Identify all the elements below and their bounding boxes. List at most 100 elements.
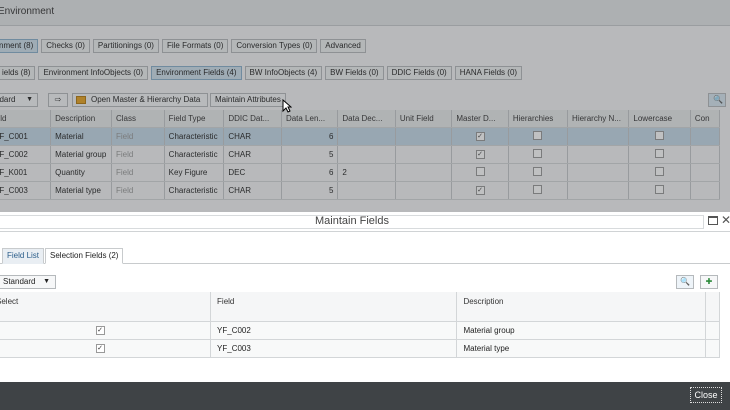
dialog-title: Maintain Fields bbox=[315, 215, 389, 227]
close-button[interactable]: Close bbox=[690, 387, 722, 403]
tab-environment[interactable]: nment (8) bbox=[0, 39, 39, 53]
hierarchies-checkbox[interactable] bbox=[533, 130, 543, 140]
master-data-checkbox[interactable]: ✓ bbox=[475, 132, 485, 141]
master-data-checkbox[interactable]: ✓ bbox=[475, 186, 485, 195]
dialog-add-button[interactable]: ✚ bbox=[700, 275, 718, 289]
unit-field-cell bbox=[395, 163, 453, 182]
field-type-cell: Key Figure bbox=[164, 163, 225, 182]
page-title: Environment bbox=[0, 6, 55, 17]
tab-ddic-fields[interactable]: DDIC Fields (0) bbox=[386, 66, 452, 80]
master-data-checkbox[interactable] bbox=[475, 166, 485, 176]
ddic-cell: DEC bbox=[223, 163, 282, 182]
master-data-cell: ✓ bbox=[451, 145, 509, 164]
class-cell: Field bbox=[111, 163, 165, 182]
column-header-field[interactable]: Field bbox=[210, 292, 458, 322]
variant-dropdown[interactable]: ndard ▼ bbox=[0, 93, 38, 107]
tab-environment-infoobjects[interactable]: Environment InfoObjects (0) bbox=[38, 66, 149, 80]
column-header-description[interactable]: Description bbox=[456, 292, 706, 322]
lowercase-checkbox[interactable] bbox=[655, 184, 665, 194]
lowercase-cell bbox=[628, 163, 691, 182]
field-cell: YF_K001 bbox=[0, 163, 52, 182]
hierarchies-checkbox[interactable] bbox=[533, 166, 543, 176]
class-cell: Field bbox=[111, 181, 165, 200]
maintain-attributes-button[interactable]: Maintain Attributes bbox=[210, 93, 286, 107]
con-cell bbox=[690, 163, 721, 182]
tab-environment-fields[interactable]: Environment Fields (4) bbox=[151, 66, 242, 80]
filler-cell bbox=[705, 339, 721, 358]
column-header-filler bbox=[705, 292, 721, 322]
column-header[interactable]: Con bbox=[690, 110, 721, 128]
field-cell: YF_C002 bbox=[210, 321, 458, 340]
lowercase-checkbox[interactable] bbox=[655, 148, 665, 158]
column-header[interactable]: Unit Field bbox=[395, 110, 453, 128]
lowercase-checkbox[interactable] bbox=[655, 130, 665, 140]
column-header[interactable]: Master D... bbox=[451, 110, 509, 128]
mouse-cursor-icon bbox=[282, 99, 292, 113]
tab-field-list[interactable]: Field List bbox=[2, 248, 44, 264]
dialog-footer: Close bbox=[0, 382, 730, 410]
column-header[interactable]: Data Dec... bbox=[337, 110, 396, 128]
column-header[interactable]: Hierarchy N... bbox=[567, 110, 630, 128]
table-row[interactable]: YF_C001 Material Field Characteristic CH… bbox=[0, 127, 721, 146]
description-cell: Quantity bbox=[50, 163, 112, 182]
table-row[interactable]: ✓ YF_C003 Material type bbox=[0, 339, 721, 358]
tab-checks[interactable]: Checks (0) bbox=[41, 39, 90, 53]
column-header[interactable]: DDIC Dat... bbox=[223, 110, 282, 128]
search-button[interactable]: 🔍 bbox=[708, 93, 726, 107]
tab-conversion-types[interactable]: Conversion Types (0) bbox=[231, 39, 318, 53]
field-cell: YF_C002 bbox=[0, 145, 52, 164]
table-row[interactable]: YF_C002 Material group Field Characteris… bbox=[0, 145, 721, 164]
export-button[interactable]: ⇨ bbox=[48, 93, 68, 107]
column-header[interactable]: Description bbox=[50, 110, 112, 128]
column-header[interactable]: Class bbox=[111, 110, 165, 128]
tab-partitionings[interactable]: Partitionings (0) bbox=[92, 39, 159, 53]
table-row[interactable]: ✓ YF_C002 Material group bbox=[0, 321, 721, 340]
table-row[interactable]: YF_C003 Material type Field Characterist… bbox=[0, 181, 721, 200]
variant-label: ndard bbox=[0, 95, 16, 104]
select-cell: ✓ bbox=[0, 339, 212, 358]
column-header[interactable]: Hierarchies bbox=[508, 110, 569, 128]
export-icon: ⇨ bbox=[54, 95, 62, 104]
column-header[interactable]: ield bbox=[0, 110, 52, 128]
field-type-cell: Characteristic bbox=[164, 145, 225, 164]
tab-bw-fields[interactable]: BW Fields (0) bbox=[325, 66, 384, 80]
tab-file-formats[interactable]: File Formats (0) bbox=[161, 39, 229, 53]
tab-advanced[interactable]: Advanced bbox=[320, 39, 366, 53]
app-header: Environment bbox=[0, 0, 730, 26]
column-header-select[interactable]: Select bbox=[0, 292, 212, 322]
dialog-variant-dropdown[interactable]: Standard ▼ bbox=[0, 275, 56, 289]
close-icon[interactable]: ✕ bbox=[721, 213, 730, 227]
field-cell: YF_C001 bbox=[0, 127, 52, 146]
tab-bw-infoobjects[interactable]: BW InfoObjects (4) bbox=[244, 66, 323, 80]
hierarchies-cell bbox=[508, 145, 569, 164]
tab-fields[interactable]: ields (8) bbox=[0, 66, 36, 80]
column-header[interactable]: Field Type bbox=[164, 110, 225, 128]
master-data-checkbox[interactable]: ✓ bbox=[475, 150, 485, 159]
field-type-cell: Characteristic bbox=[164, 127, 225, 146]
select-checkbox[interactable]: ✓ bbox=[95, 326, 105, 335]
ddic-cell: CHAR bbox=[223, 181, 282, 200]
maximize-icon[interactable] bbox=[708, 216, 718, 225]
hierarchy-name-cell bbox=[567, 145, 630, 164]
decimals-cell bbox=[337, 145, 396, 164]
maintain-attributes-label: Maintain Attributes bbox=[215, 95, 281, 104]
dialog-toolbar: Standard ▼ 🔍 ✚ bbox=[0, 275, 730, 289]
lowercase-checkbox[interactable] bbox=[655, 166, 665, 176]
open-master-label: Open Master & Hierarchy Data bbox=[91, 95, 201, 104]
tab-selection-fields[interactable]: Selection Fields (2) bbox=[45, 248, 123, 264]
hierarchies-checkbox[interactable] bbox=[533, 148, 543, 158]
open-master-hierarchy-button[interactable]: Open Master & Hierarchy Data bbox=[72, 93, 208, 107]
maintain-fields-dialog: Maintain Fields ✕ Field List Selection F… bbox=[0, 212, 730, 410]
table-header-row: Select Field Description bbox=[0, 292, 721, 322]
dialog-variant-label: Standard bbox=[3, 277, 36, 286]
con-cell bbox=[690, 181, 721, 200]
ddic-cell: CHAR bbox=[223, 127, 282, 146]
select-checkbox[interactable]: ✓ bbox=[95, 344, 105, 353]
lowercase-cell bbox=[628, 127, 691, 146]
tab-hana-fields[interactable]: HANA Fields (0) bbox=[454, 66, 523, 80]
ddic-cell: CHAR bbox=[223, 145, 282, 164]
column-header[interactable]: Lowercase bbox=[628, 110, 691, 128]
hierarchies-checkbox[interactable] bbox=[533, 184, 543, 194]
table-row[interactable]: YF_K001 Quantity Field Key Figure DEC 6 … bbox=[0, 163, 721, 182]
dialog-search-button[interactable]: 🔍 bbox=[676, 275, 694, 289]
